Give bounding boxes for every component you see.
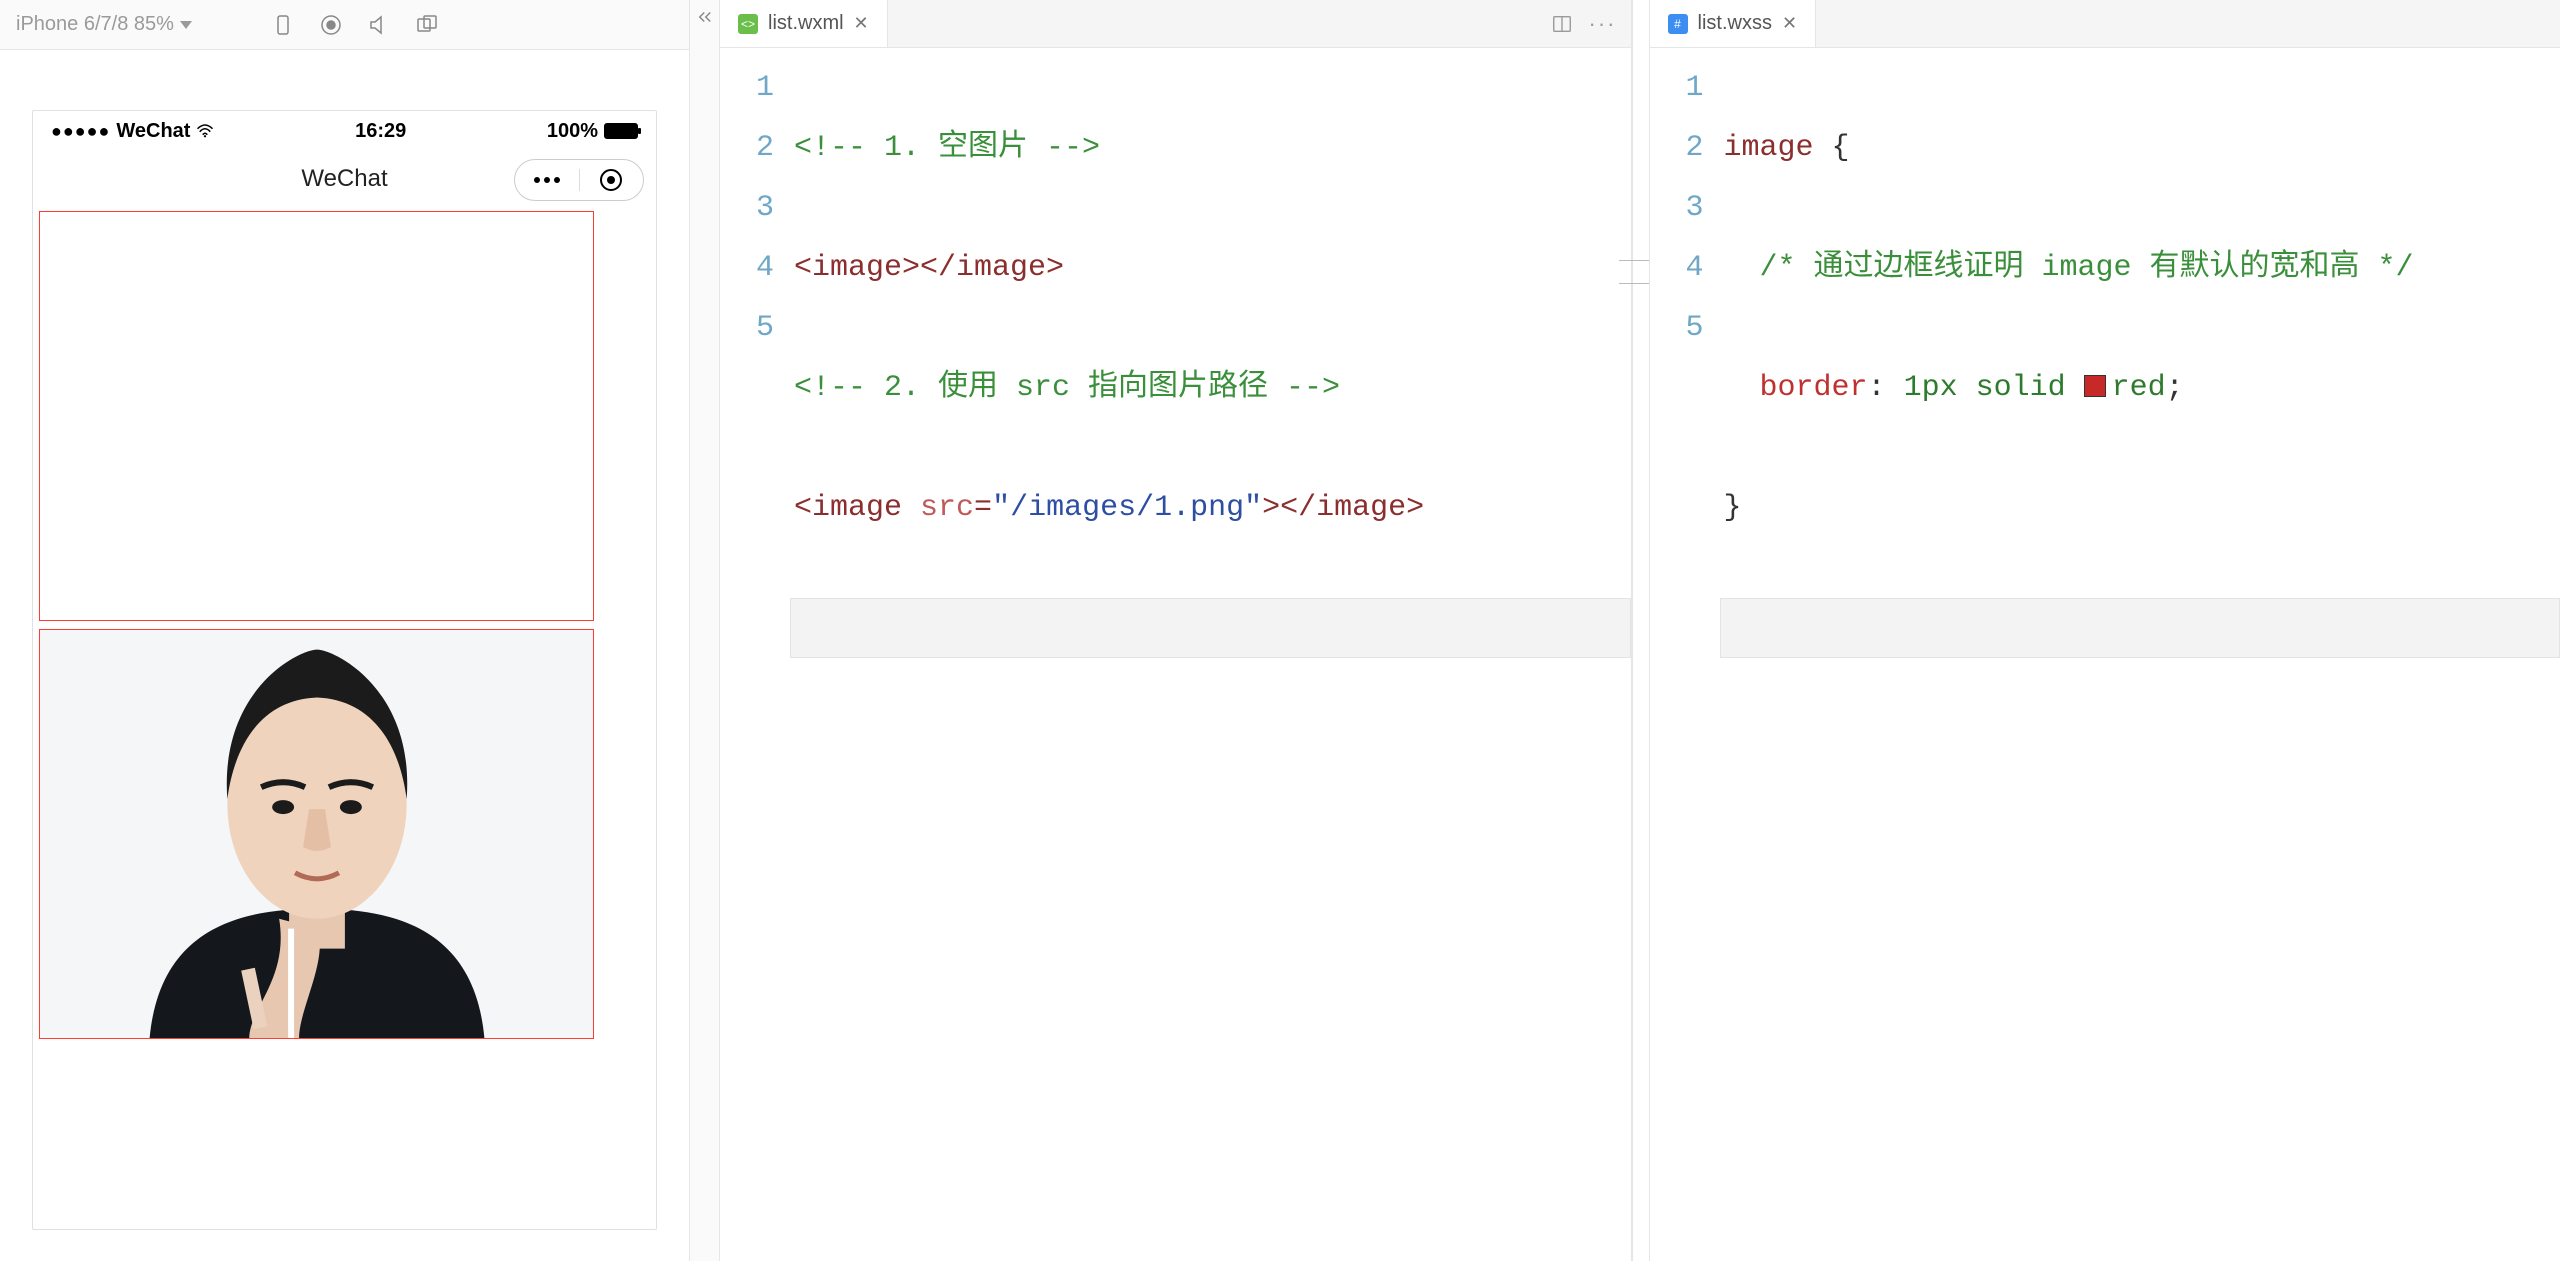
capsule-close-icon[interactable] bbox=[580, 169, 644, 191]
signal-dots-icon: ●●●●● bbox=[51, 121, 110, 142]
empty-image-box bbox=[39, 211, 594, 621]
editor-left-code[interactable]: 1 2 3 4 5 <!-- 1. 空图片 --> <image></image… bbox=[720, 48, 1631, 1261]
page-title: WeChat bbox=[301, 165, 387, 193]
editor-right-code[interactable]: 1 2 3 4 5 image { /* 通过边框线证明 image 有默认的宽… bbox=[1650, 48, 2560, 1261]
simulator-body: ●●●●● WeChat 16:29 100% WeChat bbox=[0, 50, 689, 1261]
tab-list-wxss[interactable]: # list.wxss ✕ bbox=[1650, 0, 1817, 47]
more-icon[interactable]: ··· bbox=[1589, 11, 1617, 37]
record-icon[interactable] bbox=[316, 10, 346, 40]
clock-label: 16:29 bbox=[355, 120, 406, 143]
battery-icon bbox=[604, 123, 638, 139]
phone-content[interactable] bbox=[33, 207, 656, 1229]
code-content[interactable]: <!-- 1. 空图片 --> <image></image> <!-- 2. … bbox=[790, 48, 1631, 1261]
close-icon[interactable]: ✕ bbox=[854, 13, 869, 34]
tab-label: list.wxml bbox=[768, 12, 844, 35]
tab-list-wxml[interactable]: <> list.wxml ✕ bbox=[720, 0, 888, 47]
capsule-menu-icon[interactable] bbox=[515, 177, 579, 183]
wifi-icon bbox=[196, 124, 214, 138]
simulator-toolbar: iPhone 6/7/8 85% bbox=[0, 0, 689, 50]
editor-left: <> list.wxml ✕ ··· 1 2 3 4 5 <!- bbox=[720, 0, 1632, 1261]
tab-label: list.wxss bbox=[1698, 12, 1772, 35]
line-numbers: 1 2 3 4 5 bbox=[720, 48, 790, 1261]
capsule-buttons[interactable] bbox=[514, 159, 644, 201]
collapse-gutter[interactable] bbox=[690, 0, 720, 1261]
multi-window-icon[interactable] bbox=[412, 10, 442, 40]
phone-titlebar: WeChat bbox=[33, 151, 656, 207]
simulator-panel: iPhone 6/7/8 85% ●●●●● bbox=[0, 0, 690, 1261]
device-selector[interactable]: iPhone 6/7/8 85% bbox=[16, 13, 192, 36]
line-numbers: 1 2 3 4 5 bbox=[1650, 48, 1720, 1261]
editors-area: <> list.wxml ✕ ··· 1 2 3 4 5 <!- bbox=[720, 0, 2560, 1261]
close-icon[interactable]: ✕ bbox=[1782, 13, 1797, 34]
editor-right: # list.wxss ✕ 1 2 3 4 5 image { /* 通过边框线… bbox=[1650, 0, 2560, 1261]
wxss-file-icon: # bbox=[1668, 14, 1688, 34]
editor-right-tabbar: # list.wxss ✕ bbox=[1650, 0, 2560, 48]
split-editor-icon[interactable] bbox=[1551, 13, 1573, 35]
color-swatch-icon[interactable] bbox=[2084, 375, 2106, 397]
device-label: iPhone 6/7/8 85% bbox=[16, 13, 174, 36]
phone-frame: ●●●●● WeChat 16:29 100% WeChat bbox=[32, 110, 657, 1230]
chevron-down-icon bbox=[180, 21, 192, 29]
photo-image-box bbox=[39, 629, 594, 1039]
editor-left-tabbar: <> list.wxml ✕ ··· bbox=[720, 0, 1631, 48]
orientation-icon[interactable] bbox=[268, 10, 298, 40]
mute-icon[interactable] bbox=[364, 10, 394, 40]
wxml-file-icon: <> bbox=[738, 14, 758, 34]
collapse-right-icon bbox=[696, 8, 714, 26]
phone-statusbar: ●●●●● WeChat 16:29 100% bbox=[33, 111, 656, 151]
code-content[interactable]: image { /* 通过边框线证明 image 有默认的宽和高 */ bord… bbox=[1720, 48, 2560, 1261]
battery-pct-label: 100% bbox=[547, 120, 598, 143]
carrier-label: WeChat bbox=[116, 120, 190, 143]
editor-splitter[interactable] bbox=[1632, 0, 1650, 1261]
